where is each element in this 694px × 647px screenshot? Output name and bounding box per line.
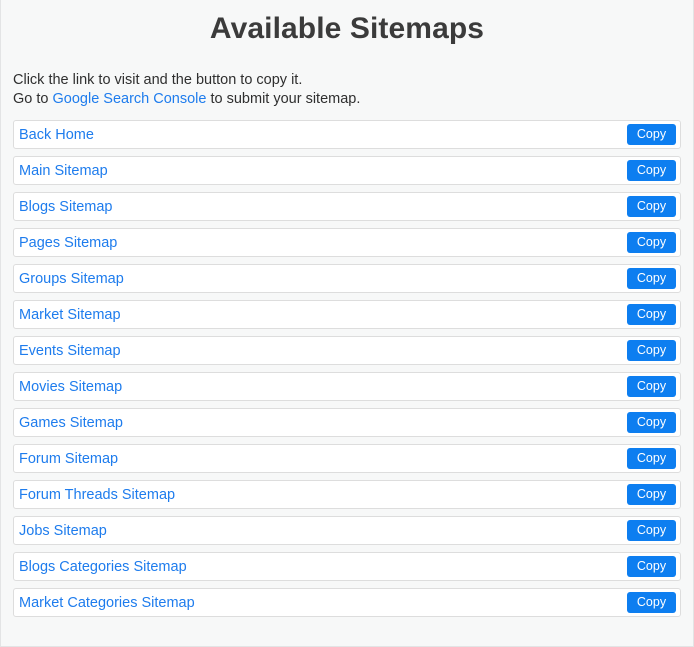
intro-text: Click the link to visit and the button t…: [1, 47, 693, 109]
sitemap-row: Forum Threads Sitemap Copy: [13, 480, 681, 509]
intro-line-2-prefix: Go to: [13, 91, 53, 107]
copy-button[interactable]: Copy: [627, 592, 676, 613]
sitemap-link[interactable]: Groups Sitemap: [19, 270, 627, 288]
copy-button[interactable]: Copy: [627, 556, 676, 577]
copy-button[interactable]: Copy: [627, 484, 676, 505]
sitemap-row: Forum Sitemap Copy: [13, 444, 681, 473]
copy-button[interactable]: Copy: [627, 412, 676, 433]
sitemap-link[interactable]: Games Sitemap: [19, 414, 627, 432]
sitemap-row: Back Home Copy: [13, 120, 681, 149]
sitemap-row: Blogs Categories Sitemap Copy: [13, 552, 681, 581]
copy-button[interactable]: Copy: [627, 304, 676, 325]
sitemap-link[interactable]: Jobs Sitemap: [19, 522, 627, 540]
copy-button[interactable]: Copy: [627, 268, 676, 289]
sitemap-link[interactable]: Movies Sitemap: [19, 378, 627, 396]
sitemap-row: Events Sitemap Copy: [13, 336, 681, 365]
sitemap-link[interactable]: Blogs Sitemap: [19, 198, 627, 216]
sitemap-link[interactable]: Market Sitemap: [19, 306, 627, 324]
sitemap-link[interactable]: Events Sitemap: [19, 342, 627, 360]
sitemap-row: Groups Sitemap Copy: [13, 264, 681, 293]
sitemap-link[interactable]: Back Home: [19, 126, 627, 144]
copy-button[interactable]: Copy: [627, 124, 676, 145]
intro-line-2-suffix: to submit your sitemap.: [206, 91, 361, 107]
copy-button[interactable]: Copy: [627, 376, 676, 397]
sitemap-row: Pages Sitemap Copy: [13, 228, 681, 257]
intro-line-2: Go to Google Search Console to submit yo…: [13, 90, 693, 109]
sitemap-row: Blogs Sitemap Copy: [13, 192, 681, 221]
copy-button[interactable]: Copy: [627, 196, 676, 217]
sitemap-row: Movies Sitemap Copy: [13, 372, 681, 401]
copy-button[interactable]: Copy: [627, 448, 676, 469]
sitemap-list: Back Home Copy Main Sitemap Copy Blogs Sitem…: [1, 109, 693, 617]
sitemap-row: Main Sitemap Copy: [13, 156, 681, 185]
sitemap-row: Market Sitemap Copy: [13, 300, 681, 329]
sitemap-link[interactable]: Pages Sitemap: [19, 234, 627, 252]
page-container: Available Sitemaps Click the link to vis…: [0, 0, 694, 647]
copy-button[interactable]: Copy: [627, 160, 676, 181]
google-search-console-link[interactable]: Google Search Console: [53, 91, 207, 107]
sitemap-link[interactable]: Main Sitemap: [19, 162, 627, 180]
sitemap-link[interactable]: Blogs Categories Sitemap: [19, 558, 627, 576]
sitemap-row: Games Sitemap Copy: [13, 408, 681, 437]
intro-line-1: Click the link to visit and the button t…: [13, 72, 303, 88]
sitemap-link[interactable]: Forum Sitemap: [19, 450, 627, 468]
copy-button[interactable]: Copy: [627, 340, 676, 361]
copy-button[interactable]: Copy: [627, 520, 676, 541]
sitemap-row: Jobs Sitemap Copy: [13, 516, 681, 545]
copy-button[interactable]: Copy: [627, 232, 676, 253]
page-title: Available Sitemaps: [209, 12, 485, 45]
sitemap-row: Market Categories Sitemap Copy: [13, 588, 681, 617]
sitemap-link[interactable]: Forum Threads Sitemap: [19, 486, 627, 504]
sitemap-link[interactable]: Market Categories Sitemap: [19, 594, 627, 612]
